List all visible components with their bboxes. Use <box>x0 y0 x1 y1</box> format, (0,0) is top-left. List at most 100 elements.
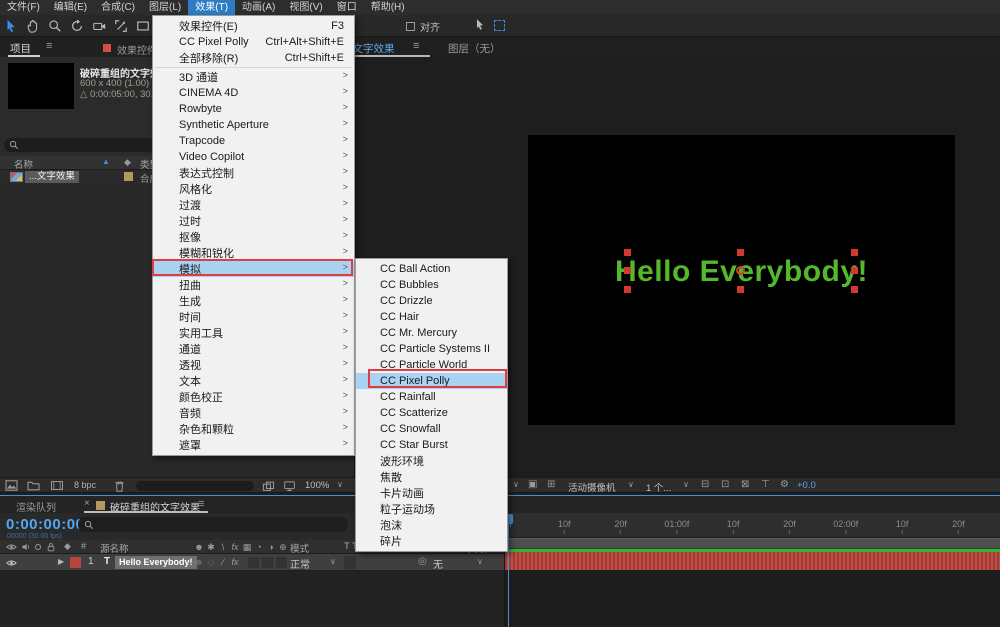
menu-item[interactable]: 生成> <box>153 293 354 309</box>
transparency-grid-icon[interactable]: ⊞ <box>547 479 555 490</box>
submenu-item[interactable]: CC Star Burst <box>356 437 507 453</box>
folder-icon[interactable] <box>27 480 40 491</box>
selection-handle[interactable] <box>624 249 631 256</box>
collapse-icon[interactable]: ✱ <box>205 542 217 553</box>
menubar-item[interactable]: 窗口 <box>330 0 364 15</box>
menu-item[interactable]: 过时> <box>153 213 354 229</box>
menu-item[interactable]: Synthetic Aperture> <box>153 117 354 133</box>
align-checkbox[interactable] <box>406 22 415 31</box>
pixel-aspect-icon[interactable]: ⊟ <box>701 479 709 490</box>
view-chevron-icon[interactable]: ∨ <box>683 480 689 489</box>
work-area-bar[interactable] <box>505 538 1000 549</box>
lock-icon[interactable] <box>46 542 56 552</box>
view-count-select[interactable]: 1 个... <box>646 480 671 494</box>
menu-item[interactable]: 遮罩> <box>153 437 354 453</box>
eye-icon[interactable] <box>6 559 17 567</box>
layers-icon[interactable] <box>262 481 275 492</box>
submenu-item[interactable]: CC Particle Systems II <box>356 341 507 357</box>
menu-item[interactable]: 扭曲> <box>153 277 354 293</box>
cursor-icon[interactable] <box>474 18 486 31</box>
switch-cell[interactable] <box>248 557 259 568</box>
trkmat-cell[interactable] <box>344 556 356 569</box>
chevron-icon[interactable]: ∨ <box>513 480 519 489</box>
bpc-label[interactable]: 8 bpc <box>74 480 96 490</box>
menu-item[interactable]: 模糊和锐化> <box>153 245 354 261</box>
layer-color-label[interactable] <box>70 557 81 568</box>
submenu-item[interactable]: CC Rainfall <box>356 389 507 405</box>
menubar-item[interactable]: 效果(T) <box>188 0 235 15</box>
comp-thumbnail[interactable] <box>8 63 74 109</box>
menu-item[interactable]: 模拟> <box>153 261 354 277</box>
sort-asc-icon[interactable]: ▲ <box>102 157 110 166</box>
column-header-name[interactable]: 名称 <box>14 157 33 171</box>
submenu-item[interactable]: CC Ball Action <box>356 261 507 277</box>
menu-item[interactable]: 音频> <box>153 405 354 421</box>
submenu-item[interactable]: CC Bubbles <box>356 277 507 293</box>
exposure-value[interactable]: +0.0 <box>797 480 816 491</box>
selection-handle[interactable] <box>851 249 858 256</box>
quality-icon[interactable]: ∕ <box>217 557 229 567</box>
selection-handle[interactable] <box>851 267 858 274</box>
menu-item[interactable]: Rowbyte> <box>153 101 354 117</box>
flowchart-icon[interactable]: ⊤ <box>761 479 770 490</box>
mode-chevron-icon[interactable]: ∨ <box>330 557 336 566</box>
timeline-jump-icon[interactable]: ⊠ <box>741 479 749 490</box>
switch-cell[interactable] <box>276 557 287 568</box>
camera-select[interactable]: 活动摄像机 <box>568 480 616 494</box>
fx-icon[interactable]: fx <box>229 542 241 552</box>
menu-item[interactable]: 实用工具> <box>153 325 354 341</box>
tag-icon[interactable]: ◆ <box>124 157 131 168</box>
submenu-item[interactable]: 粒子运动场 <box>356 501 507 517</box>
camera-chevron-icon[interactable]: ∨ <box>628 480 634 489</box>
submenu-item[interactable]: CC Mr. Mercury <box>356 325 507 341</box>
pickwhip-icon[interactable]: ◎ <box>418 556 427 567</box>
rotate-tool-icon[interactable] <box>66 16 88 36</box>
film-icon[interactable] <box>50 480 64 491</box>
panel-menu-icon[interactable]: ≡ <box>46 40 52 52</box>
expand-arrow-icon[interactable]: ▶ <box>58 557 64 566</box>
time-ruler[interactable]: 0f10f20f01:00f10f20f02:00f10f20f <box>505 513 1000 538</box>
menu-item[interactable]: 文本> <box>153 373 354 389</box>
mode-select[interactable]: 正常 <box>290 556 310 571</box>
index-column-header[interactable]: # <box>81 541 86 552</box>
shy-icon[interactable]: ☻ <box>193 542 205 552</box>
menu-item[interactable]: Video Copilot> <box>153 149 354 165</box>
project-tab[interactable]: 项目 <box>10 41 31 56</box>
trash-icon[interactable] <box>114 480 125 492</box>
close-icon[interactable]: × <box>84 498 90 509</box>
parent-select[interactable]: 无 <box>433 556 443 571</box>
layer-viewer-tab[interactable]: 图层（无） <box>448 41 501 56</box>
snap-region-icon[interactable] <box>494 20 505 31</box>
selection-handle[interactable] <box>624 267 631 274</box>
submenu-item[interactable]: 焦散 <box>356 469 507 485</box>
selection-handle[interactable] <box>737 286 744 293</box>
pan-behind-tool-icon[interactable] <box>110 16 132 36</box>
selection-handle[interactable] <box>624 286 631 293</box>
menubar-item[interactable]: 文件(F) <box>0 0 47 15</box>
menu-item[interactable]: 风格化> <box>153 181 354 197</box>
menu-item[interactable]: 时间> <box>153 309 354 325</box>
monitor-icon[interactable] <box>283 480 296 492</box>
menubar-item[interactable]: 合成(C) <box>94 0 142 15</box>
quality-icon[interactable]: \ <box>217 542 229 552</box>
frame-blend-icon[interactable]: ▦ <box>241 542 253 553</box>
menu-item[interactable]: 表达式控制> <box>153 165 354 181</box>
menubar-item[interactable]: 编辑(E) <box>47 0 94 15</box>
viewer-zoom-select[interactable]: 100% <box>305 480 329 491</box>
menu-item[interactable]: Trapcode> <box>153 133 354 149</box>
menubar-item[interactable]: 动画(A) <box>235 0 282 15</box>
menu-item[interactable]: 3D 通道> <box>153 69 354 85</box>
adjustment-layer-icon[interactable]: ◑ <box>265 542 277 552</box>
label-column-icon[interactable]: ◆ <box>64 541 71 552</box>
region-of-interest-icon[interactable]: ▣ <box>528 479 537 490</box>
camera-tool-icon[interactable] <box>88 16 110 36</box>
layer-duration-bar[interactable] <box>505 552 1000 570</box>
layer-row[interactable]: ▶ 1 T Hello Everybody! ☻◇∕fx 正常 ∨ ◎ 无 ∨ <box>0 554 505 571</box>
eye-icon[interactable] <box>6 543 17 551</box>
fast-preview-icon[interactable]: ⊡ <box>721 479 729 490</box>
anchor-point-icon[interactable] <box>736 266 745 275</box>
menu-item[interactable]: 透视> <box>153 357 354 373</box>
exposure-gear-icon[interactable]: ⚙ <box>780 479 789 490</box>
collapse-icon[interactable]: ◇ <box>205 557 217 568</box>
zoom-tool-icon[interactable] <box>44 16 66 36</box>
